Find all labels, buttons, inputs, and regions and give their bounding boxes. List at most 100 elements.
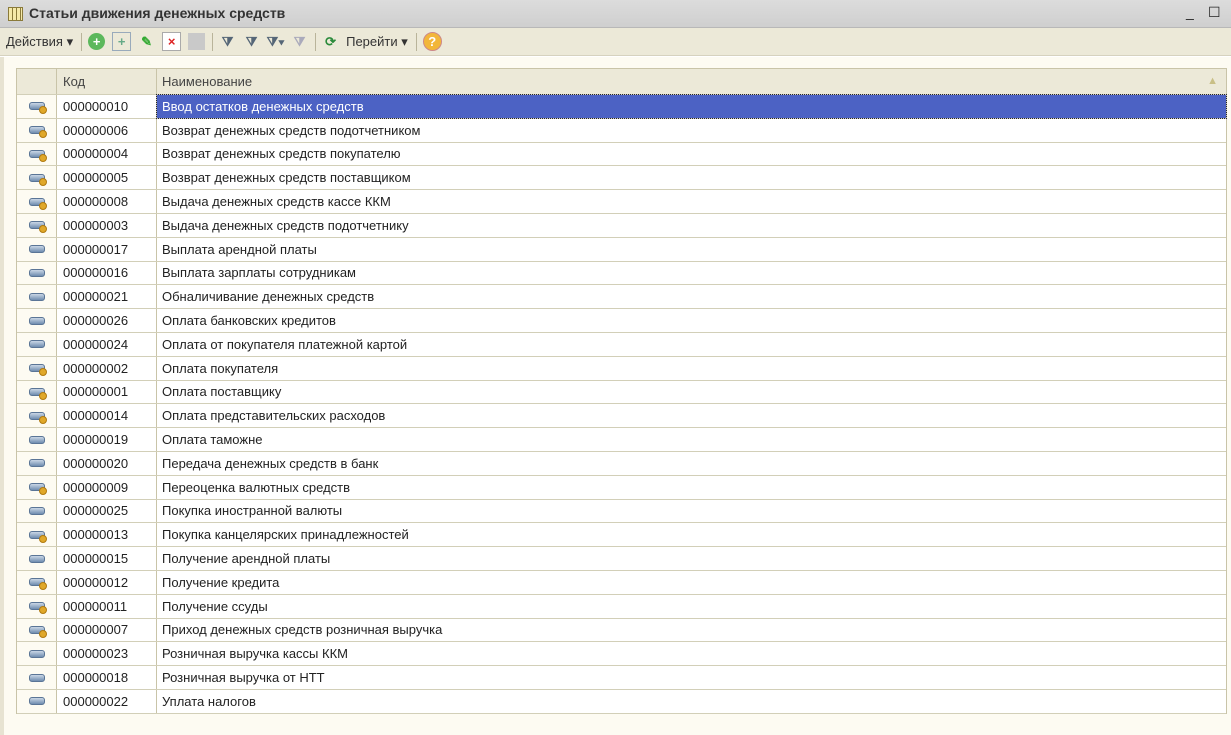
delete-icon[interactable]: ×: [162, 32, 182, 51]
name-cell[interactable]: Покупка канцелярских принадлежностей: [157, 523, 1226, 546]
name-cell[interactable]: Приход денежных средств розничная выручк…: [157, 619, 1226, 642]
table-row[interactable]: 000000010 Ввод остатков денежных средств: [17, 94, 1227, 119]
goto-menu[interactable]: Перейти ▾: [346, 34, 408, 50]
table-row[interactable]: 000000025 Покупка иностранной валюты: [17, 499, 1226, 524]
add-icon[interactable]: +: [88, 33, 106, 50]
table-row[interactable]: 000000002 Оплата покупателя: [17, 356, 1226, 381]
code-cell[interactable]: 000000012: [57, 570, 157, 594]
help-icon[interactable]: ?: [422, 32, 442, 51]
table-row[interactable]: 000000005 Возврат денежных средств постав…: [17, 166, 1226, 191]
table-row[interactable]: 000000016 Выплата зарплаты сотрудникам: [17, 261, 1226, 286]
minimize-button[interactable]: _: [1186, 4, 1194, 20]
name-cell[interactable]: Оплата банковских кредитов: [157, 309, 1226, 332]
table-row[interactable]: 000000006 Возврат денежных средств подотч…: [17, 118, 1226, 143]
table-body: 000000010 Ввод остатков денежных средств 0…: [17, 94, 1227, 714]
name-cell[interactable]: Розничная выручка от НТТ: [157, 666, 1226, 689]
name-cell[interactable]: Уплата налогов: [157, 690, 1226, 713]
code-cell[interactable]: 000000020: [57, 451, 157, 475]
header-name[interactable]: Наименование ▲: [157, 69, 1226, 94]
code-cell[interactable]: 000000015: [57, 547, 157, 570]
copy-icon[interactable]: +: [112, 32, 132, 51]
table-row[interactable]: 000000024 Оплата от покупателя платежной …: [17, 332, 1226, 357]
name-cell[interactable]: Оплата от покупателя платежной картой: [157, 333, 1226, 356]
code-cell[interactable]: 000000013: [57, 523, 157, 547]
code-cell[interactable]: 000000003: [57, 213, 157, 237]
table-row[interactable]: 000000023 Розничная выручка кассы ККМ: [17, 642, 1226, 667]
code-cell[interactable]: 000000024: [57, 332, 157, 356]
code-cell[interactable]: 000000006: [57, 118, 157, 142]
name-cell[interactable]: Получение ссуды: [157, 595, 1226, 618]
table-row[interactable]: 000000017 Выплата арендной платы: [17, 237, 1226, 262]
code-cell[interactable]: 000000005: [57, 166, 157, 190]
table-row[interactable]: 000000004 Возврат денежных средств покупа…: [17, 142, 1226, 167]
table-row[interactable]: 000000021 Обналичивание денежных средств: [17, 285, 1226, 310]
name-cell[interactable]: Передача денежных средств в банк: [157, 452, 1226, 475]
refresh-icon[interactable]: ⟳: [322, 33, 339, 50]
filter-list-icon[interactable]: ⧩: [219, 33, 236, 50]
code-cell[interactable]: 000000017: [57, 237, 157, 261]
edit-pencil-icon[interactable]: ✎: [138, 33, 155, 50]
name-cell[interactable]: Обналичивание денежных средств: [157, 285, 1226, 308]
header-icon-column: [17, 69, 57, 94]
table-row[interactable]: 000000014 Оплата представительских расход…: [17, 404, 1226, 429]
code-cell[interactable]: 000000001: [57, 380, 157, 404]
table-row[interactable]: 000000018 Розничная выручка от НТТ: [17, 666, 1226, 690]
table-row[interactable]: 000000008 Выдача денежных средств кассе К…: [17, 190, 1226, 214]
code-cell[interactable]: 000000009: [57, 475, 157, 499]
header-code[interactable]: Код: [57, 69, 157, 94]
code-cell[interactable]: 000000018: [57, 666, 157, 689]
code-cell[interactable]: 000000026: [57, 309, 157, 332]
code-cell[interactable]: 000000004: [57, 142, 157, 166]
name-cell[interactable]: Ввод остатков денежных средств: [156, 94, 1227, 119]
save-icon[interactable]: [188, 33, 206, 50]
name-cell[interactable]: Покупка иностранной валюты: [157, 500, 1226, 523]
actions-menu[interactable]: Действия ▾: [6, 34, 73, 50]
table-row[interactable]: 000000001 Оплата поставщику: [17, 380, 1226, 405]
catalog-icon: [8, 7, 23, 21]
name-cell[interactable]: Возврат денежных средств поставщиком: [157, 166, 1226, 189]
name-cell[interactable]: Возврат денежных средств покупателю: [157, 143, 1226, 166]
table-row[interactable]: 000000012 Получение кредита: [17, 570, 1226, 595]
code-cell[interactable]: 000000011: [57, 594, 157, 618]
filter-icon[interactable]: ⧩: [243, 33, 260, 50]
filter-dropdown-icon[interactable]: ⧩▾: [267, 33, 285, 50]
code-cell[interactable]: 000000010: [57, 95, 157, 118]
table-row[interactable]: 000000009 Переоценка валютных средств: [17, 475, 1226, 500]
name-cell[interactable]: Возврат денежных средств подотчетником: [157, 119, 1226, 142]
name-cell[interactable]: Оплата поставщику: [157, 381, 1226, 404]
table-row[interactable]: 000000026 Оплата банковских кредитов: [17, 309, 1226, 333]
code-cell[interactable]: 000000022: [57, 689, 157, 713]
table-row[interactable]: 000000007 Приход денежных средств розничн…: [17, 618, 1226, 643]
name-cell[interactable]: Выплата арендной платы: [157, 238, 1226, 261]
code-cell[interactable]: 000000008: [57, 190, 157, 213]
clear-filter-icon[interactable]: ⧩: [291, 33, 308, 50]
name-cell[interactable]: Оплата покупателя: [157, 357, 1226, 380]
name-cell[interactable]: Переоценка валютных средств: [157, 476, 1226, 499]
name-cell[interactable]: Получение арендной платы: [157, 547, 1226, 570]
name-cell[interactable]: Оплата таможне: [157, 428, 1226, 451]
name-cell[interactable]: Получение кредита: [157, 571, 1226, 594]
name-cell[interactable]: Выдача денежных средств кассе ККМ: [157, 190, 1226, 213]
title-bar: Статьи движения денежных средств _ ☐: [0, 0, 1231, 28]
code-cell[interactable]: 000000014: [57, 404, 157, 428]
name-cell[interactable]: Выдача денежных средств подотчетнику: [157, 214, 1226, 237]
code-cell[interactable]: 000000019: [57, 428, 157, 451]
code-cell[interactable]: 000000025: [57, 499, 157, 523]
table-row[interactable]: 000000011 Получение ссуды: [17, 594, 1226, 619]
table-row[interactable]: 000000003 Выдача денежных средств подотче…: [17, 213, 1226, 238]
name-cell[interactable]: Оплата представительских расходов: [157, 404, 1226, 427]
name-cell[interactable]: Розничная выручка кассы ККМ: [157, 642, 1226, 665]
code-cell[interactable]: 000000016: [57, 261, 157, 285]
table-row[interactable]: 000000015 Получение арендной платы: [17, 547, 1226, 571]
table-row[interactable]: 000000019 Оплата таможне: [17, 428, 1226, 452]
code-cell[interactable]: 000000007: [57, 618, 157, 642]
maximize-button[interactable]: ☐: [1208, 4, 1221, 21]
catalog-item-marked-icon: [28, 126, 47, 139]
table-row[interactable]: 000000020 Передача денежных средств в бан…: [17, 451, 1226, 476]
table-row[interactable]: 000000013 Покупка канцелярских принадлежн…: [17, 523, 1226, 548]
code-cell[interactable]: 000000002: [57, 356, 157, 380]
code-cell[interactable]: 000000023: [57, 642, 157, 666]
name-cell[interactable]: Выплата зарплаты сотрудникам: [157, 262, 1226, 285]
code-cell[interactable]: 000000021: [57, 285, 157, 309]
table-row[interactable]: 000000022 Уплата налогов: [17, 689, 1226, 714]
